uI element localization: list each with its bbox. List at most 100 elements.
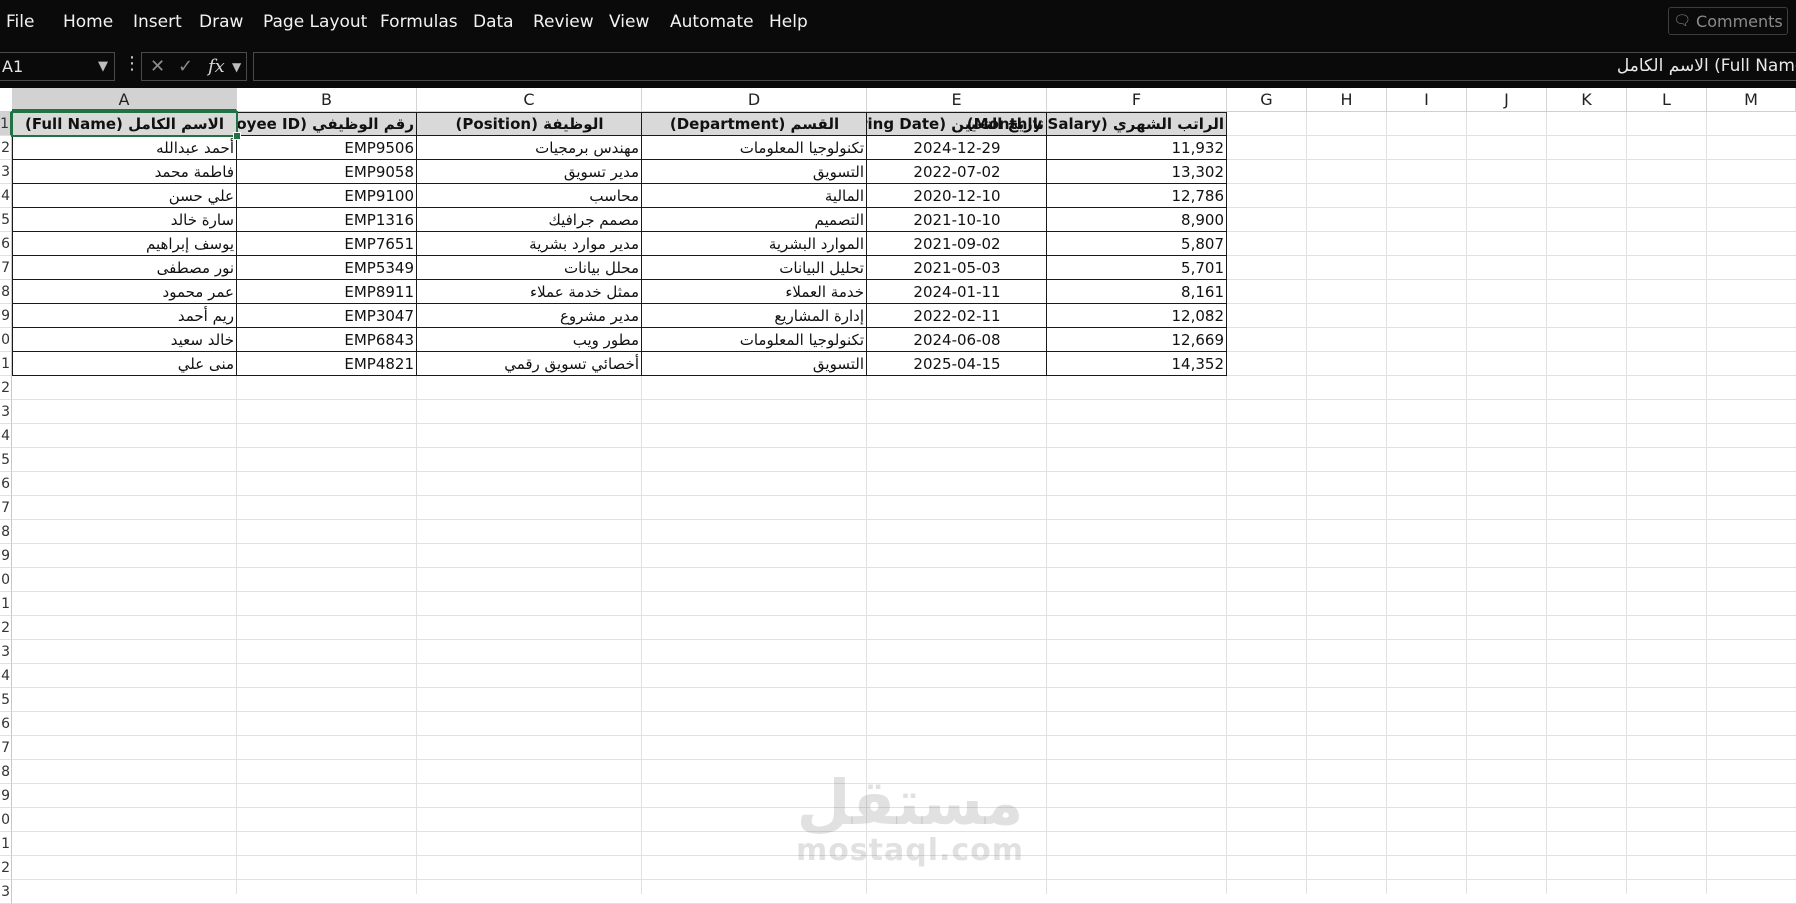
table-cell[interactable]: ريم أحمد	[12, 304, 237, 328]
column-header-h[interactable]: H	[1307, 88, 1387, 111]
more-options-icon[interactable]: ⋮	[123, 53, 141, 74]
table-cell[interactable]: علي حسن	[12, 184, 237, 208]
row-header-14[interactable]: 14	[0, 424, 12, 448]
column-header-m[interactable]: M	[1707, 88, 1796, 111]
table-cell[interactable]: 2024-12-29	[867, 136, 1047, 160]
table-cell[interactable]: 2022-07-02	[867, 160, 1047, 184]
table-cell[interactable]: 8,161	[1047, 280, 1227, 304]
row-header-31[interactable]: 31	[0, 832, 12, 856]
table-cell[interactable]: مهندس برمجيات	[417, 136, 642, 160]
chevron-down-icon[interactable]: ▼	[98, 53, 108, 80]
table-cell[interactable]: منى علي	[12, 352, 237, 376]
row-header-5[interactable]: 5	[0, 208, 12, 232]
column-header-g[interactable]: G	[1227, 88, 1307, 111]
row-header-10[interactable]: 10	[0, 328, 12, 352]
table-cell[interactable]: عمر محمود	[12, 280, 237, 304]
table-cell[interactable]: 12,669	[1047, 328, 1227, 352]
menu-file[interactable]: File	[6, 12, 34, 32]
table-cell[interactable]: 5,701	[1047, 256, 1227, 280]
row-header-25[interactable]: 25	[0, 688, 12, 712]
table-cell[interactable]: خالد سعيد	[12, 328, 237, 352]
row-header-27[interactable]: 27	[0, 736, 12, 760]
table-cell[interactable]: التسويق	[642, 352, 867, 376]
row-header-18[interactable]: 18	[0, 520, 12, 544]
table-cell[interactable]: سارة خالد	[12, 208, 237, 232]
table-cell[interactable]: خدمة العملاء	[642, 280, 867, 304]
menu-formulas[interactable]: Formulas	[380, 12, 458, 32]
table-cell[interactable]: التسويق	[642, 160, 867, 184]
row-header-29[interactable]: 29	[0, 784, 12, 808]
menu-draw[interactable]: Draw	[199, 12, 243, 32]
table-cell[interactable]: فاطمة محمد	[12, 160, 237, 184]
fill-handle[interactable]	[233, 132, 241, 140]
table-cell[interactable]: 12,082	[1047, 304, 1227, 328]
table-cell[interactable]: 2021-09-02	[867, 232, 1047, 256]
menu-insert[interactable]: Insert	[133, 12, 182, 32]
table-cell[interactable]: EMP9506	[237, 136, 417, 160]
table-cell[interactable]: مدير مشروع	[417, 304, 642, 328]
table-cell[interactable]: 2024-01-11	[867, 280, 1047, 304]
row-header-15[interactable]: 15	[0, 448, 12, 472]
table-header-cell[interactable]: الاسم الكامل (Full Name)	[12, 112, 237, 136]
row-header-16[interactable]: 16	[0, 472, 12, 496]
table-cell[interactable]: مدير موارد بشرية	[417, 232, 642, 256]
table-cell[interactable]: التصميم	[642, 208, 867, 232]
row-header-11[interactable]: 11	[0, 352, 12, 376]
table-header-cell[interactable]: رقم الوظيفي (Employee ID)	[237, 112, 417, 136]
column-header-f[interactable]: F	[1047, 88, 1227, 111]
table-cell[interactable]: 2025-04-15	[867, 352, 1047, 376]
table-cell[interactable]: 2021-05-03	[867, 256, 1047, 280]
name-box[interactable]: A1 ▼	[0, 52, 115, 81]
row-header-19[interactable]: 19	[0, 544, 12, 568]
cancel-icon[interactable]: ✕	[150, 56, 165, 77]
row-header-2[interactable]: 2	[0, 136, 12, 160]
confirm-icon[interactable]: ✓	[178, 56, 193, 77]
column-header-b[interactable]: B	[237, 88, 417, 111]
table-cell[interactable]: 13,302	[1047, 160, 1227, 184]
column-header-e[interactable]: E	[867, 88, 1047, 111]
row-header-12[interactable]: 12	[0, 376, 12, 400]
table-cell[interactable]: EMP6843	[237, 328, 417, 352]
column-header-d[interactable]: D	[642, 88, 867, 111]
table-cell[interactable]: أخصائي تسويق رقمي	[417, 352, 642, 376]
table-cell[interactable]: 2021-10-10	[867, 208, 1047, 232]
table-cell[interactable]: 5,807	[1047, 232, 1227, 256]
column-header-j[interactable]: J	[1467, 88, 1547, 111]
formula-input[interactable]: الاسم الكامل (Full Name)	[253, 52, 1796, 81]
table-cell[interactable]: EMP8911	[237, 280, 417, 304]
menu-page-layout[interactable]: Page Layout	[263, 12, 367, 32]
table-cell[interactable]: 12,786	[1047, 184, 1227, 208]
row-header-13[interactable]: 13	[0, 400, 12, 424]
table-cell[interactable]: أحمد عبدالله	[12, 136, 237, 160]
menu-view[interactable]: View	[609, 12, 649, 32]
column-header-c[interactable]: C	[417, 88, 642, 111]
table-cell[interactable]: مطور ويب	[417, 328, 642, 352]
menu-data[interactable]: Data	[473, 12, 514, 32]
row-header-7[interactable]: 7	[0, 256, 12, 280]
menu-home[interactable]: Home	[63, 12, 113, 32]
menu-help[interactable]: Help	[769, 12, 808, 32]
table-cell[interactable]: 2024-06-08	[867, 328, 1047, 352]
table-cell[interactable]: مصمم جرافيك	[417, 208, 642, 232]
column-header-k[interactable]: K	[1547, 88, 1627, 111]
table-cell[interactable]: 14,352	[1047, 352, 1227, 376]
table-header-cell[interactable]: القسم (Department)	[642, 112, 867, 136]
table-cell[interactable]: مدير تسويق	[417, 160, 642, 184]
table-cell[interactable]: يوسف إبراهيم	[12, 232, 237, 256]
row-header-23[interactable]: 23	[0, 640, 12, 664]
table-cell[interactable]: تكنولوجيا المعلومات	[642, 136, 867, 160]
row-header-32[interactable]: 32	[0, 856, 12, 880]
row-header-33[interactable]: 33	[0, 880, 12, 904]
row-header-6[interactable]: 6	[0, 232, 12, 256]
menu-review[interactable]: Review	[533, 12, 594, 32]
row-header-9[interactable]: 9	[0, 304, 12, 328]
column-header-l[interactable]: L	[1627, 88, 1707, 111]
table-cell[interactable]: الموارد البشرية	[642, 232, 867, 256]
table-header-cell[interactable]: الراتب الشهري (Monthly Salary)	[967, 112, 1227, 136]
row-header-26[interactable]: 26	[0, 712, 12, 736]
row-header-22[interactable]: 22	[0, 616, 12, 640]
table-cell[interactable]: EMP9058	[237, 160, 417, 184]
row-header-21[interactable]: 21	[0, 592, 12, 616]
table-cell[interactable]: 2020-12-10	[867, 184, 1047, 208]
comments-button[interactable]: 🗨 Comments	[1668, 7, 1788, 35]
